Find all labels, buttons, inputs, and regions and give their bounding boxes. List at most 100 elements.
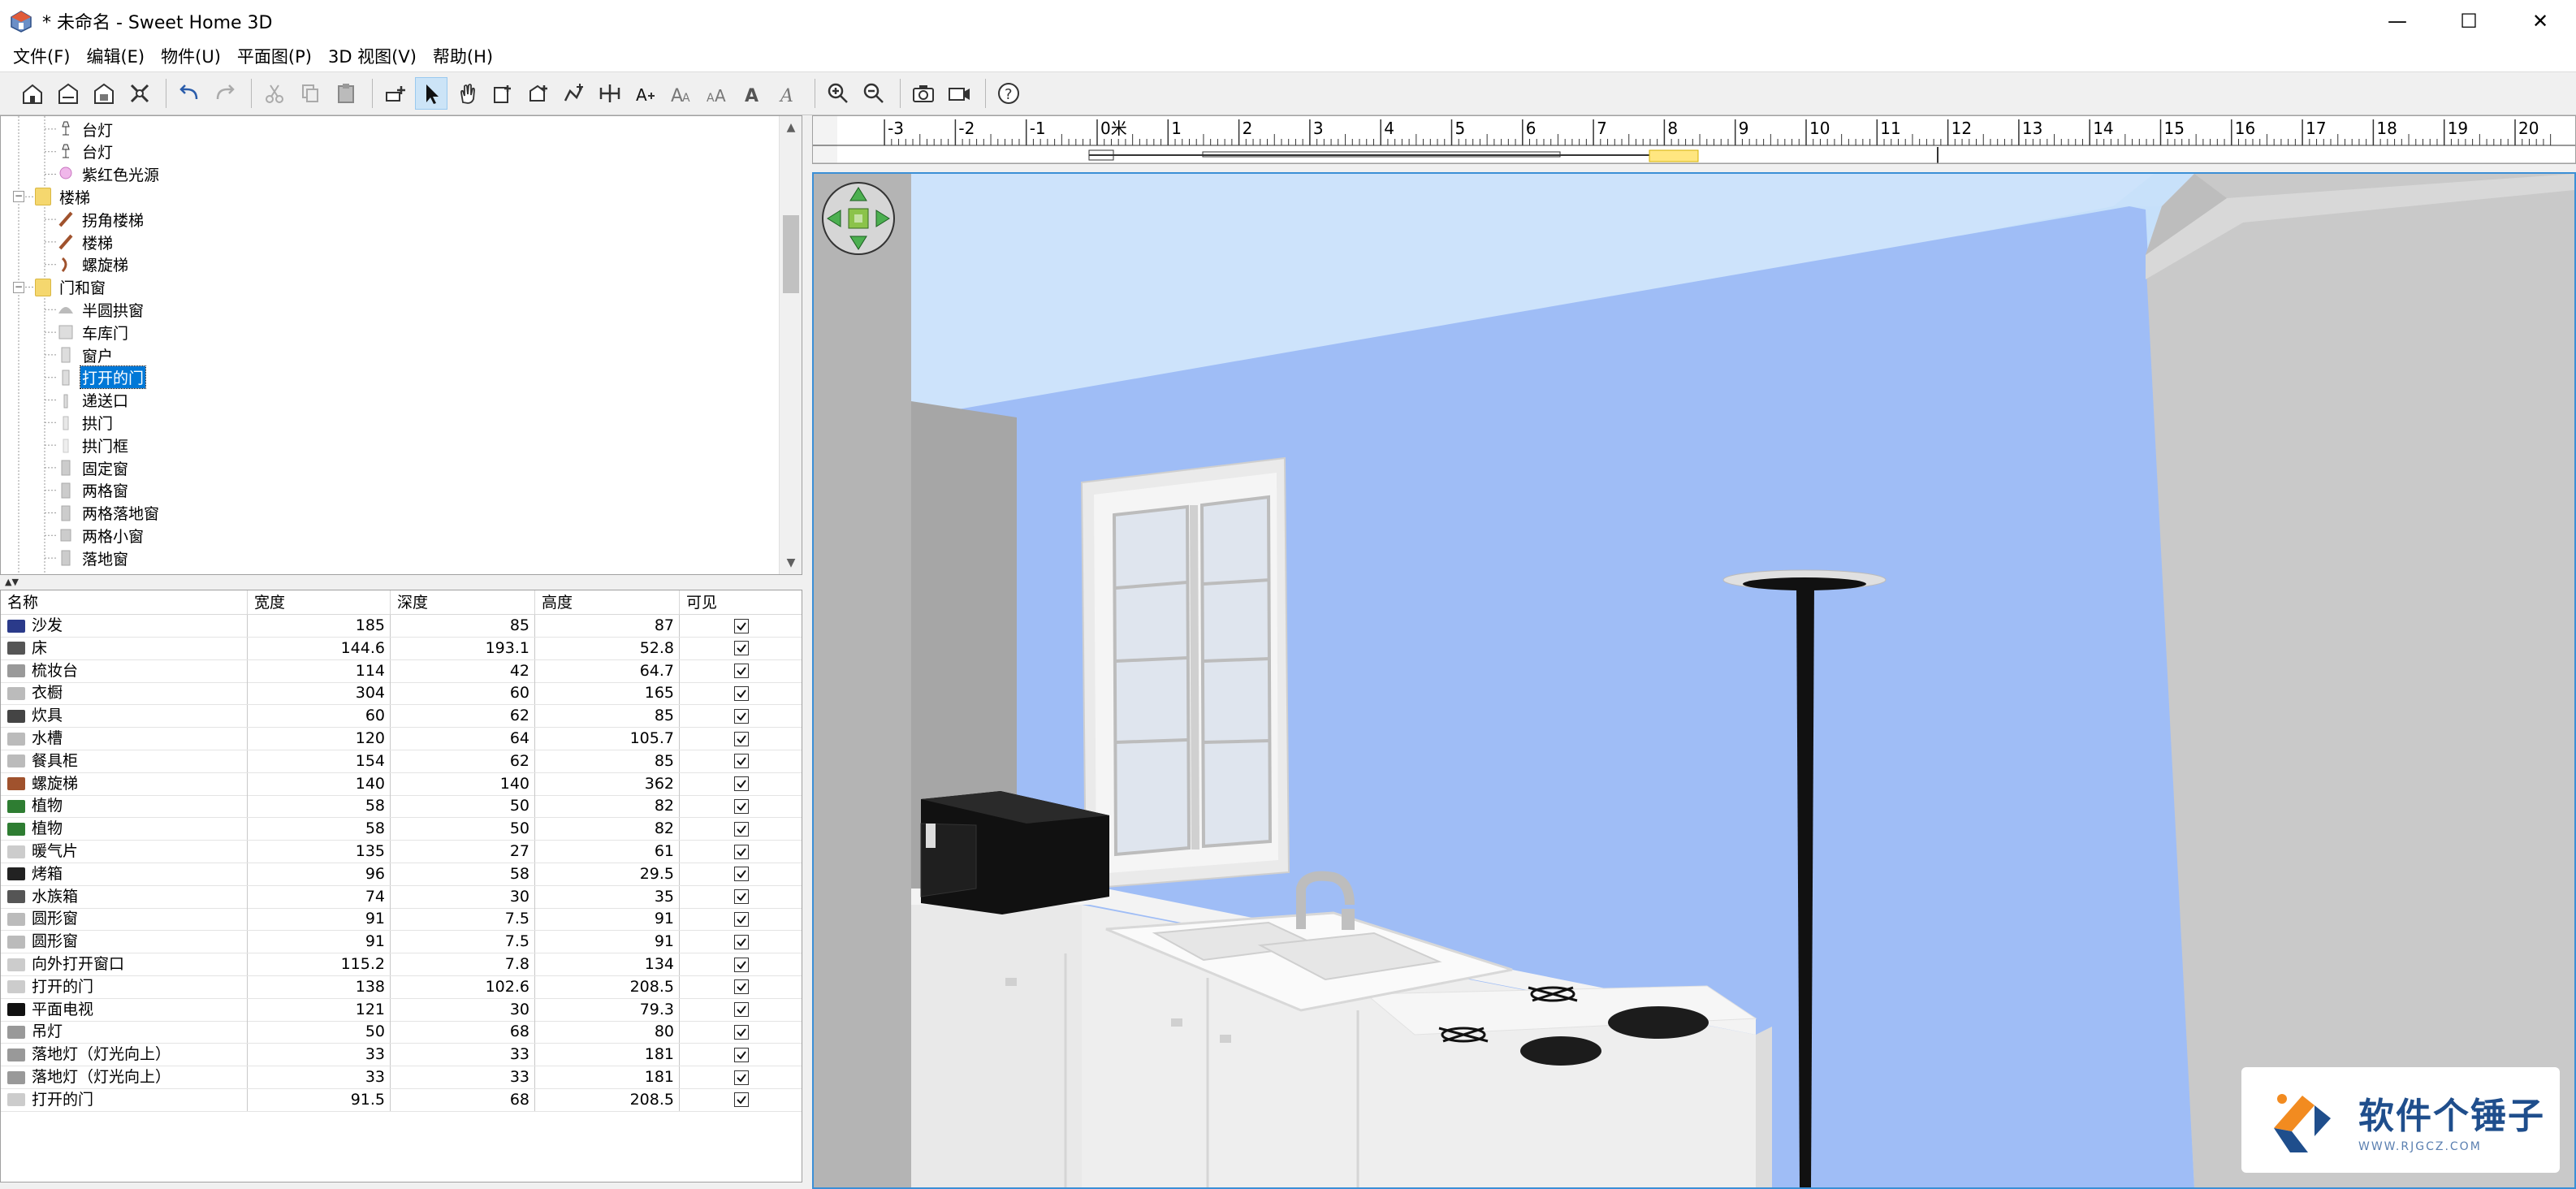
table-row[interactable]: 暖气片 135 27 61 <box>1 841 802 863</box>
table-row[interactable]: 圆形窗 91 7.5 91 <box>1 931 802 954</box>
column-name[interactable]: 名称 <box>1 590 248 615</box>
visible-checkbox[interactable] <box>733 664 749 679</box>
table-row[interactable]: 床 144.6 193.1 52.8 <box>1 637 802 660</box>
add-furniture-button[interactable] <box>379 77 412 110</box>
visible-checkbox[interactable] <box>733 798 749 814</box>
table-row[interactable]: 衣橱 304 60 165 <box>1 682 802 706</box>
table-row[interactable]: 向外打开窗口 115.2 7.8 134 <box>1 953 802 976</box>
table-row[interactable]: 水族箱 74 30 35 <box>1 885 802 909</box>
visible-checkbox[interactable] <box>733 934 749 949</box>
new-home-button[interactable] <box>16 77 49 110</box>
bold-text-button[interactable]: A <box>737 77 769 110</box>
catalog-item[interactable]: 两格落地窗 <box>58 502 161 525</box>
decrease-text-button[interactable]: AA <box>701 77 733 110</box>
catalog-item[interactable]: 楼梯 <box>58 231 115 253</box>
table-row[interactable]: 烤箱 96 58 29.5 <box>1 863 802 886</box>
catalog-category[interactable]: 楼梯 <box>35 185 92 208</box>
table-row[interactable]: 落地灯（灯光向上） 33 33 181 <box>1 1066 802 1089</box>
visible-checkbox[interactable] <box>733 821 749 837</box>
furniture-table[interactable]: 名称 宽度 深度 高度 可见 沙发 185 85 87 床 144.6 193.1 52.8 梳… <box>0 590 802 1183</box>
catalog-scrollbar[interactable]: ▲ ▼ <box>779 116 802 574</box>
catalog-item[interactable]: 螺旋梯 <box>58 253 130 276</box>
table-row[interactable]: 餐具柜 154 62 85 <box>1 750 802 773</box>
table-row[interactable]: 沙发 185 85 87 <box>1 615 802 638</box>
increase-text-button[interactable]: AA <box>665 77 698 110</box>
column-visible[interactable]: 可见 <box>680 590 802 615</box>
visible-checkbox[interactable] <box>733 889 749 905</box>
plan-splitter[interactable] <box>812 164 2576 172</box>
visible-checkbox[interactable] <box>733 979 749 995</box>
visible-checkbox[interactable] <box>733 685 749 701</box>
catalog-item[interactable]: 拐角楼梯 <box>58 208 145 231</box>
visible-checkbox[interactable] <box>733 1024 749 1040</box>
catalog-item[interactable]: 递送口 <box>58 389 130 412</box>
catalog-item[interactable]: 固定窗 <box>58 456 130 479</box>
add-text-button[interactable]: A <box>629 77 662 110</box>
vertical-splitter[interactable] <box>802 115 812 1189</box>
save-button[interactable] <box>88 77 120 110</box>
visible-checkbox[interactable] <box>733 618 749 633</box>
scroll-up-icon[interactable]: ▲ <box>780 116 802 139</box>
table-row[interactable]: 平面电视 121 30 79.3 <box>1 998 802 1022</box>
menu-help[interactable]: 帮助(H) <box>425 42 501 71</box>
table-row[interactable]: 吊灯 50 68 80 <box>1 1021 802 1044</box>
help-button[interactable]: ? <box>992 77 1025 110</box>
catalog-item[interactable]: 打开的门 <box>58 365 147 390</box>
menu-plan[interactable]: 平面图(P) <box>229 42 320 71</box>
menu-furniture[interactable]: 物件(U) <box>153 42 229 71</box>
navigation-compass[interactable] <box>822 182 895 255</box>
visible-checkbox[interactable] <box>733 1070 749 1085</box>
catalog-item[interactable]: 两格窗 <box>58 479 130 502</box>
table-row[interactable]: 圆形窗 91 7.5 91 <box>1 908 802 932</box>
menu-file[interactable]: 文件(F) <box>5 42 78 71</box>
column-depth[interactable]: 深度 <box>391 590 535 615</box>
minimize-button[interactable]: — <box>2362 0 2433 42</box>
tree-expander-icon[interactable]: − <box>13 191 24 203</box>
zoom-in-button[interactable] <box>822 77 854 110</box>
catalog-item[interactable]: 两格小窗 <box>58 524 145 547</box>
column-width[interactable]: 宽度 <box>248 590 391 615</box>
visible-checkbox[interactable] <box>733 867 749 882</box>
menu-edit[interactable]: 编辑(E) <box>78 42 153 71</box>
undo-button[interactable] <box>173 77 205 110</box>
table-row[interactable]: 植物 58 50 82 <box>1 818 802 841</box>
create-rooms-button[interactable] <box>522 77 555 110</box>
3d-scene[interactable] <box>814 174 2574 1187</box>
cut-button[interactable] <box>258 77 291 110</box>
visible-checkbox[interactable] <box>733 1002 749 1018</box>
table-row[interactable]: 炊具 60 62 85 <box>1 705 802 729</box>
create-polylines-button[interactable] <box>558 77 590 110</box>
catalog-item[interactable]: 车库门 <box>58 321 130 344</box>
visible-checkbox[interactable] <box>733 708 749 724</box>
column-height[interactable]: 高度 <box>535 590 680 615</box>
catalog-item[interactable]: 紫红色光源 <box>58 163 161 186</box>
catalog-item[interactable]: 拱门框 <box>58 434 130 456</box>
copy-button[interactable] <box>294 77 326 110</box>
video-button[interactable] <box>943 77 975 110</box>
visible-checkbox[interactable] <box>733 754 749 769</box>
catalog-category[interactable]: 门和窗 <box>35 276 107 299</box>
visible-checkbox[interactable] <box>733 641 749 656</box>
select-button[interactable] <box>415 77 447 110</box>
table-row[interactable]: 螺旋梯 140 140 362 <box>1 772 802 796</box>
splitter-arrows-icon[interactable]: ▲▼ <box>5 577 19 587</box>
catalog-item[interactable]: 半圆拱窗 <box>58 298 145 321</box>
3d-view[interactable] <box>812 172 2576 1189</box>
close-button[interactable]: ✕ <box>2505 0 2576 42</box>
visible-checkbox[interactable] <box>733 776 749 792</box>
catalog-splitter[interactable]: ▲▼ <box>0 575 802 590</box>
furniture-catalog-tree[interactable]: 台灯 台灯 紫红色光源 − 楼梯 拐角楼梯 楼梯 螺旋梯 − 门和窗 半圆拱窗 车库门 窗户 打开的门 递送… <box>0 115 802 575</box>
catalog-item[interactable]: 台灯 <box>58 141 115 163</box>
table-row[interactable]: 植物 58 50 82 <box>1 795 802 819</box>
tree-expander-icon[interactable]: − <box>13 281 24 293</box>
catalog-item[interactable]: 拱门 <box>58 411 115 434</box>
table-row[interactable]: 梳妆台 114 42 64.7 <box>1 659 802 683</box>
zoom-out-button[interactable] <box>858 77 890 110</box>
table-row[interactable]: 打开的门 91.5 68 208.5 <box>1 1088 802 1112</box>
catalog-item[interactable]: 台灯 <box>58 118 115 141</box>
maximize-button[interactable]: ☐ <box>2433 0 2505 42</box>
table-row[interactable]: 水槽 120 64 105.7 <box>1 728 802 750</box>
photo-button[interactable] <box>907 77 940 110</box>
visible-checkbox[interactable] <box>733 1047 749 1062</box>
visible-checkbox[interactable] <box>733 1092 749 1108</box>
